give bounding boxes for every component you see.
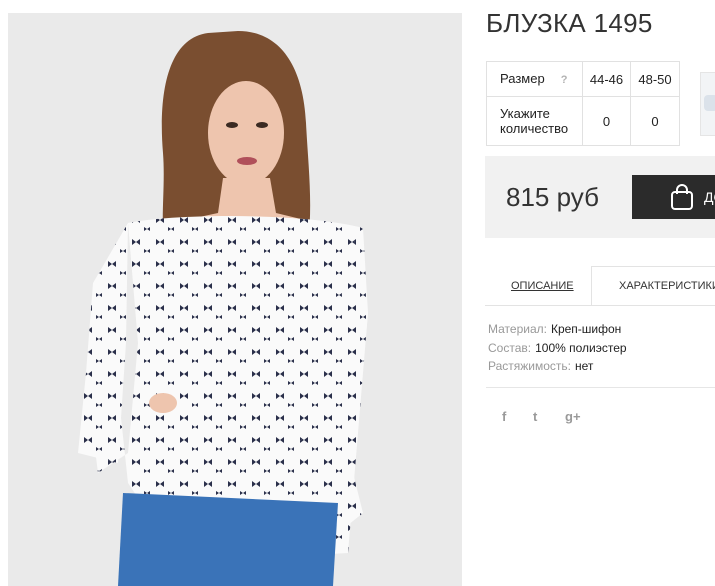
twitter-icon[interactable]: t <box>533 409 537 424</box>
spec-value: 100% полиэстер <box>535 341 627 355</box>
section-divider <box>486 387 715 388</box>
product-title: БЛУЗКА 1495 <box>486 8 653 38</box>
spec-key: Состав: <box>488 341 532 355</box>
spec-stretch: Растяжимость: нет <box>488 359 593 373</box>
bag-icon <box>671 184 693 210</box>
help-icon[interactable]: ? <box>561 73 568 88</box>
size-44-46: 44-46 <box>582 61 631 97</box>
tab-characteristics[interactable]: Характеристики <box>619 280 715 292</box>
quantity-label-line2: количество <box>500 121 569 136</box>
quantity-label-line1: Укажите <box>500 106 550 121</box>
google-plus-icon[interactable]: g+ <box>565 409 581 424</box>
price-box: 815 руб ДО <box>485 156 715 238</box>
tabs-divider <box>485 305 715 306</box>
size-label-cell: Размер? <box>486 61 583 97</box>
quantity-input-48-50[interactable]: 0 <box>630 96 680 146</box>
size-label: Размер <box>500 70 545 86</box>
spec-key: Материал: <box>488 322 547 336</box>
spec-value: нет <box>575 359 594 373</box>
add-to-cart-label: ДО <box>704 189 715 205</box>
quantity-label-cell: Укажите количество <box>486 96 583 146</box>
size-48-50: 48-50 <box>630 61 680 97</box>
add-to-cart-button[interactable]: ДО <box>632 175 715 219</box>
spec-value: Креп-шифон <box>550 322 622 336</box>
product-price: 815 руб <box>506 182 599 212</box>
spec-composition: Состав: 100% полиэстер <box>488 341 627 355</box>
product-photo[interactable] <box>8 13 462 586</box>
quantity-input-44-46[interactable]: 0 <box>582 96 631 146</box>
spec-material: Материал: Креп-шифон <box>488 322 621 336</box>
tab-description[interactable]: Описание <box>511 280 574 292</box>
spec-key: Растяжимость: <box>488 359 572 373</box>
size-table: Размер? 44-46 48-50 Укажите количество 0… <box>486 61 680 146</box>
product-thumbnail[interactable] <box>700 72 715 136</box>
facebook-icon[interactable]: f <box>502 409 506 424</box>
